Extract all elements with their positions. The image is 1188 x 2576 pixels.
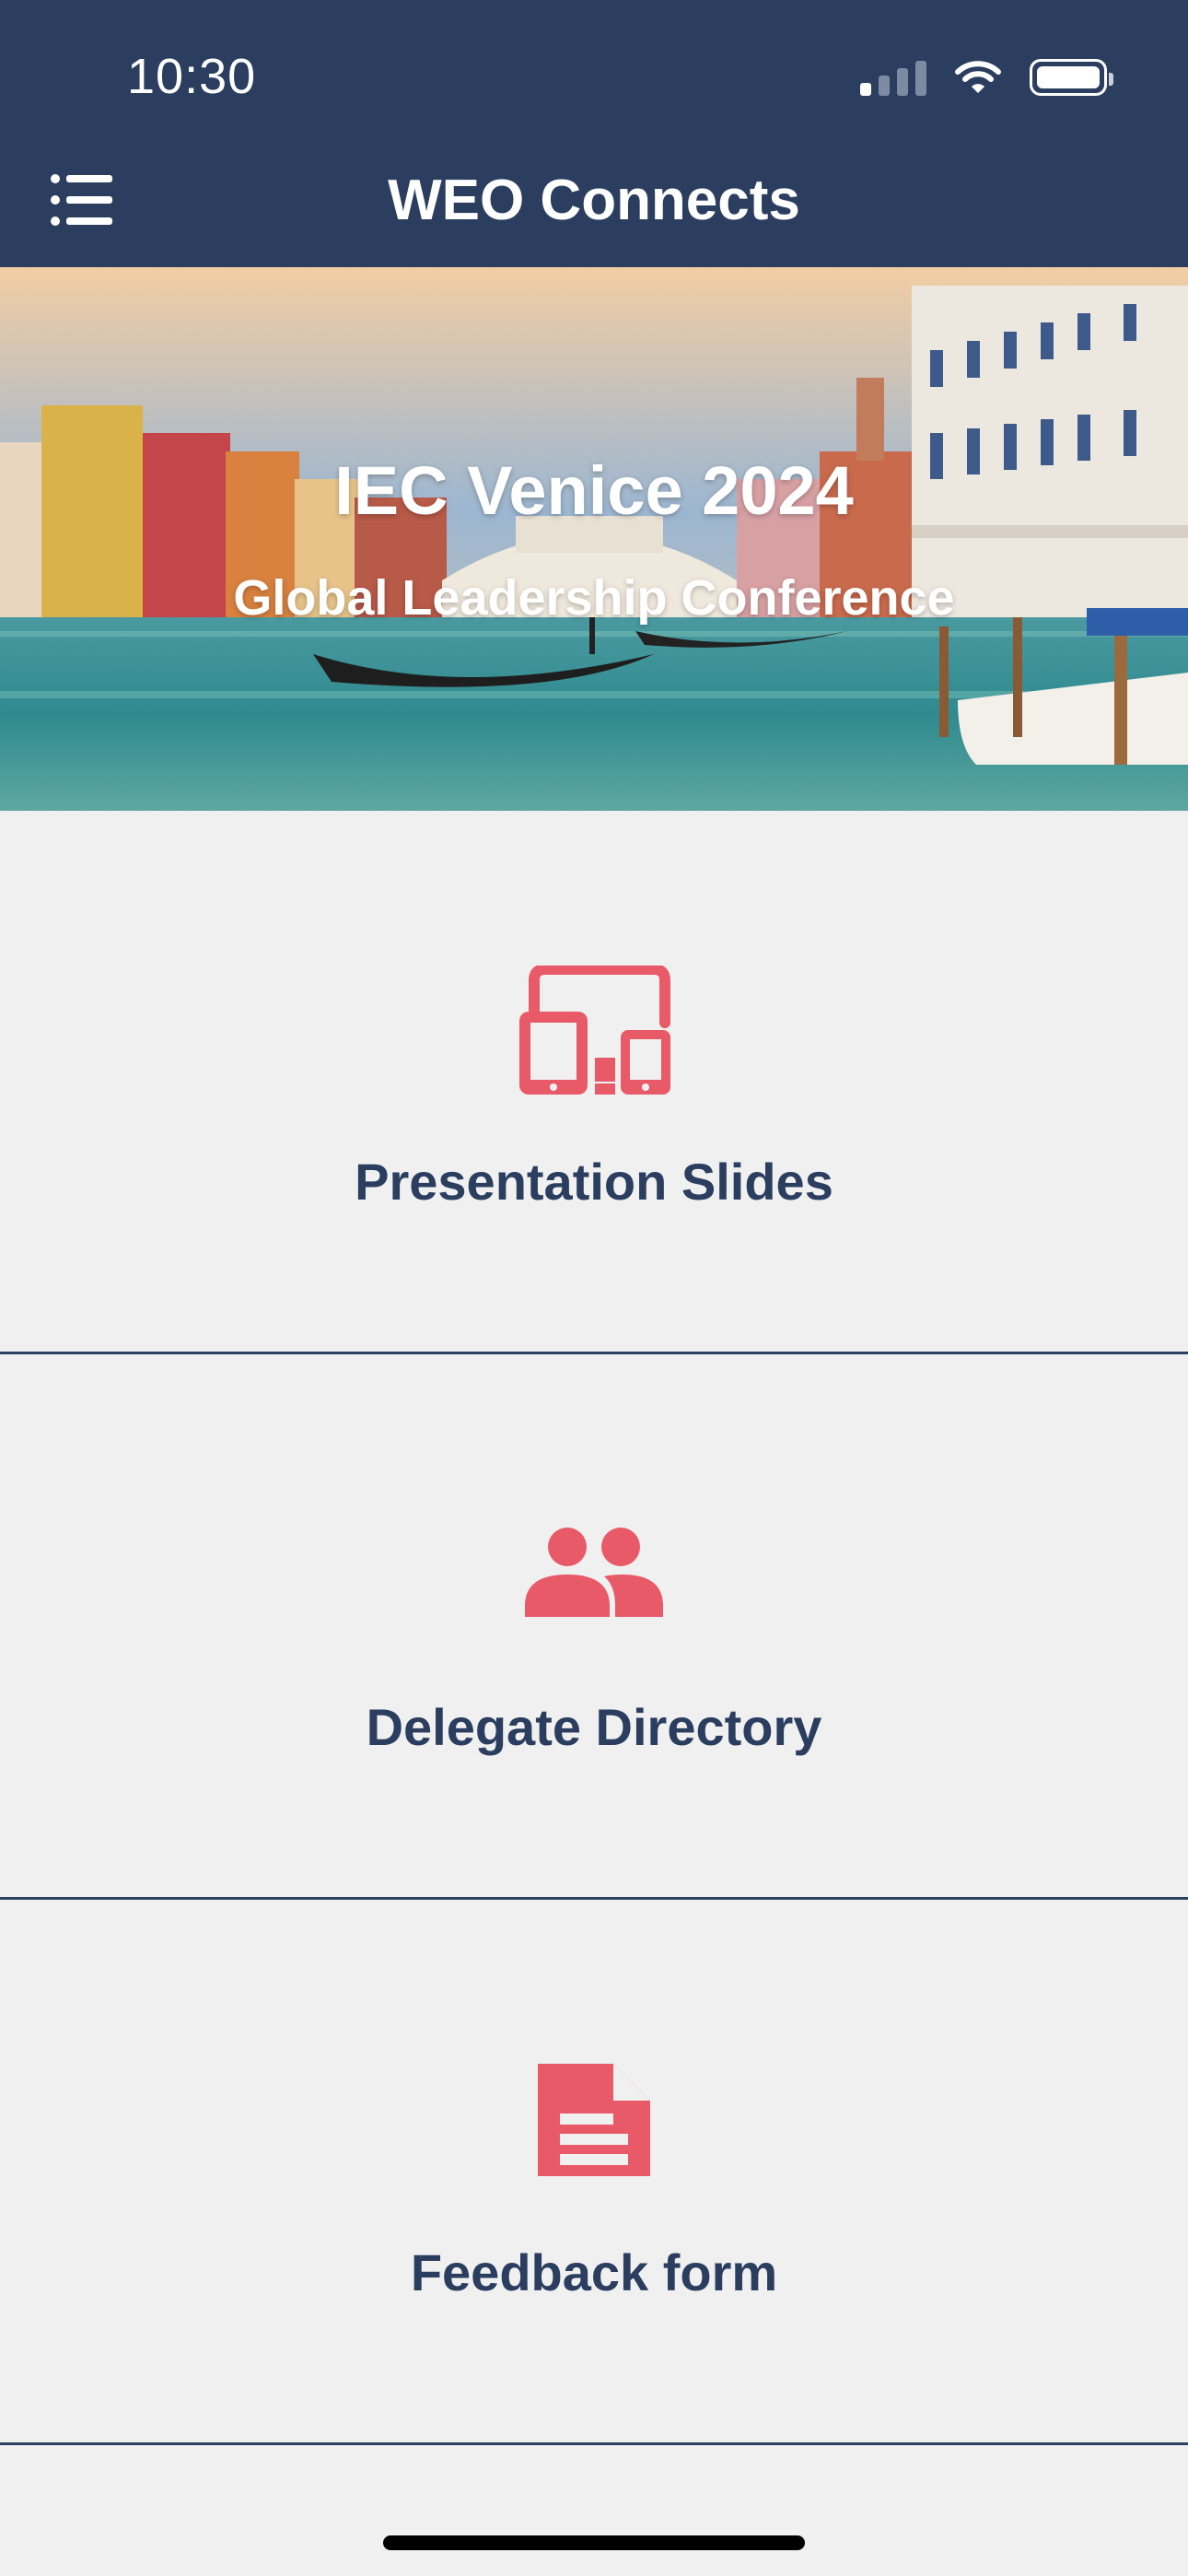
devices-icon [519,964,670,1095]
app-header: 10:30 WEO Connects [0,0,1188,267]
delegate-directory-tile[interactable]: Delegate Directory [0,1356,1188,1900]
app-title: WEO Connects [388,169,800,232]
document-icon [538,2064,650,2176]
people-icon [525,1528,663,1617]
cellular-signal-icon [860,59,926,96]
venice-canal-image [0,267,1188,811]
tile-label: Feedback form [410,2243,778,2301]
feedback-form-tile[interactable]: Feedback form [0,1902,1188,2445]
hero-subtitle: Global Leadership Conference [233,570,955,626]
tile-label: Presentation Slides [355,1153,833,1211]
status-icons [860,57,1113,98]
status-time: 10:30 [127,49,257,104]
hero-title: IEC Venice 2024 [334,452,854,529]
wifi-icon [955,61,1001,93]
tile-label: Delegate Directory [366,1698,822,1756]
hero-banner: IEC Venice 2024 Global Leadership Confer… [0,267,1188,811]
battery-icon [1030,59,1113,96]
presentation-slides-tile[interactable]: Presentation Slides [0,811,1188,1354]
home-indicator[interactable] [383,2535,805,2550]
